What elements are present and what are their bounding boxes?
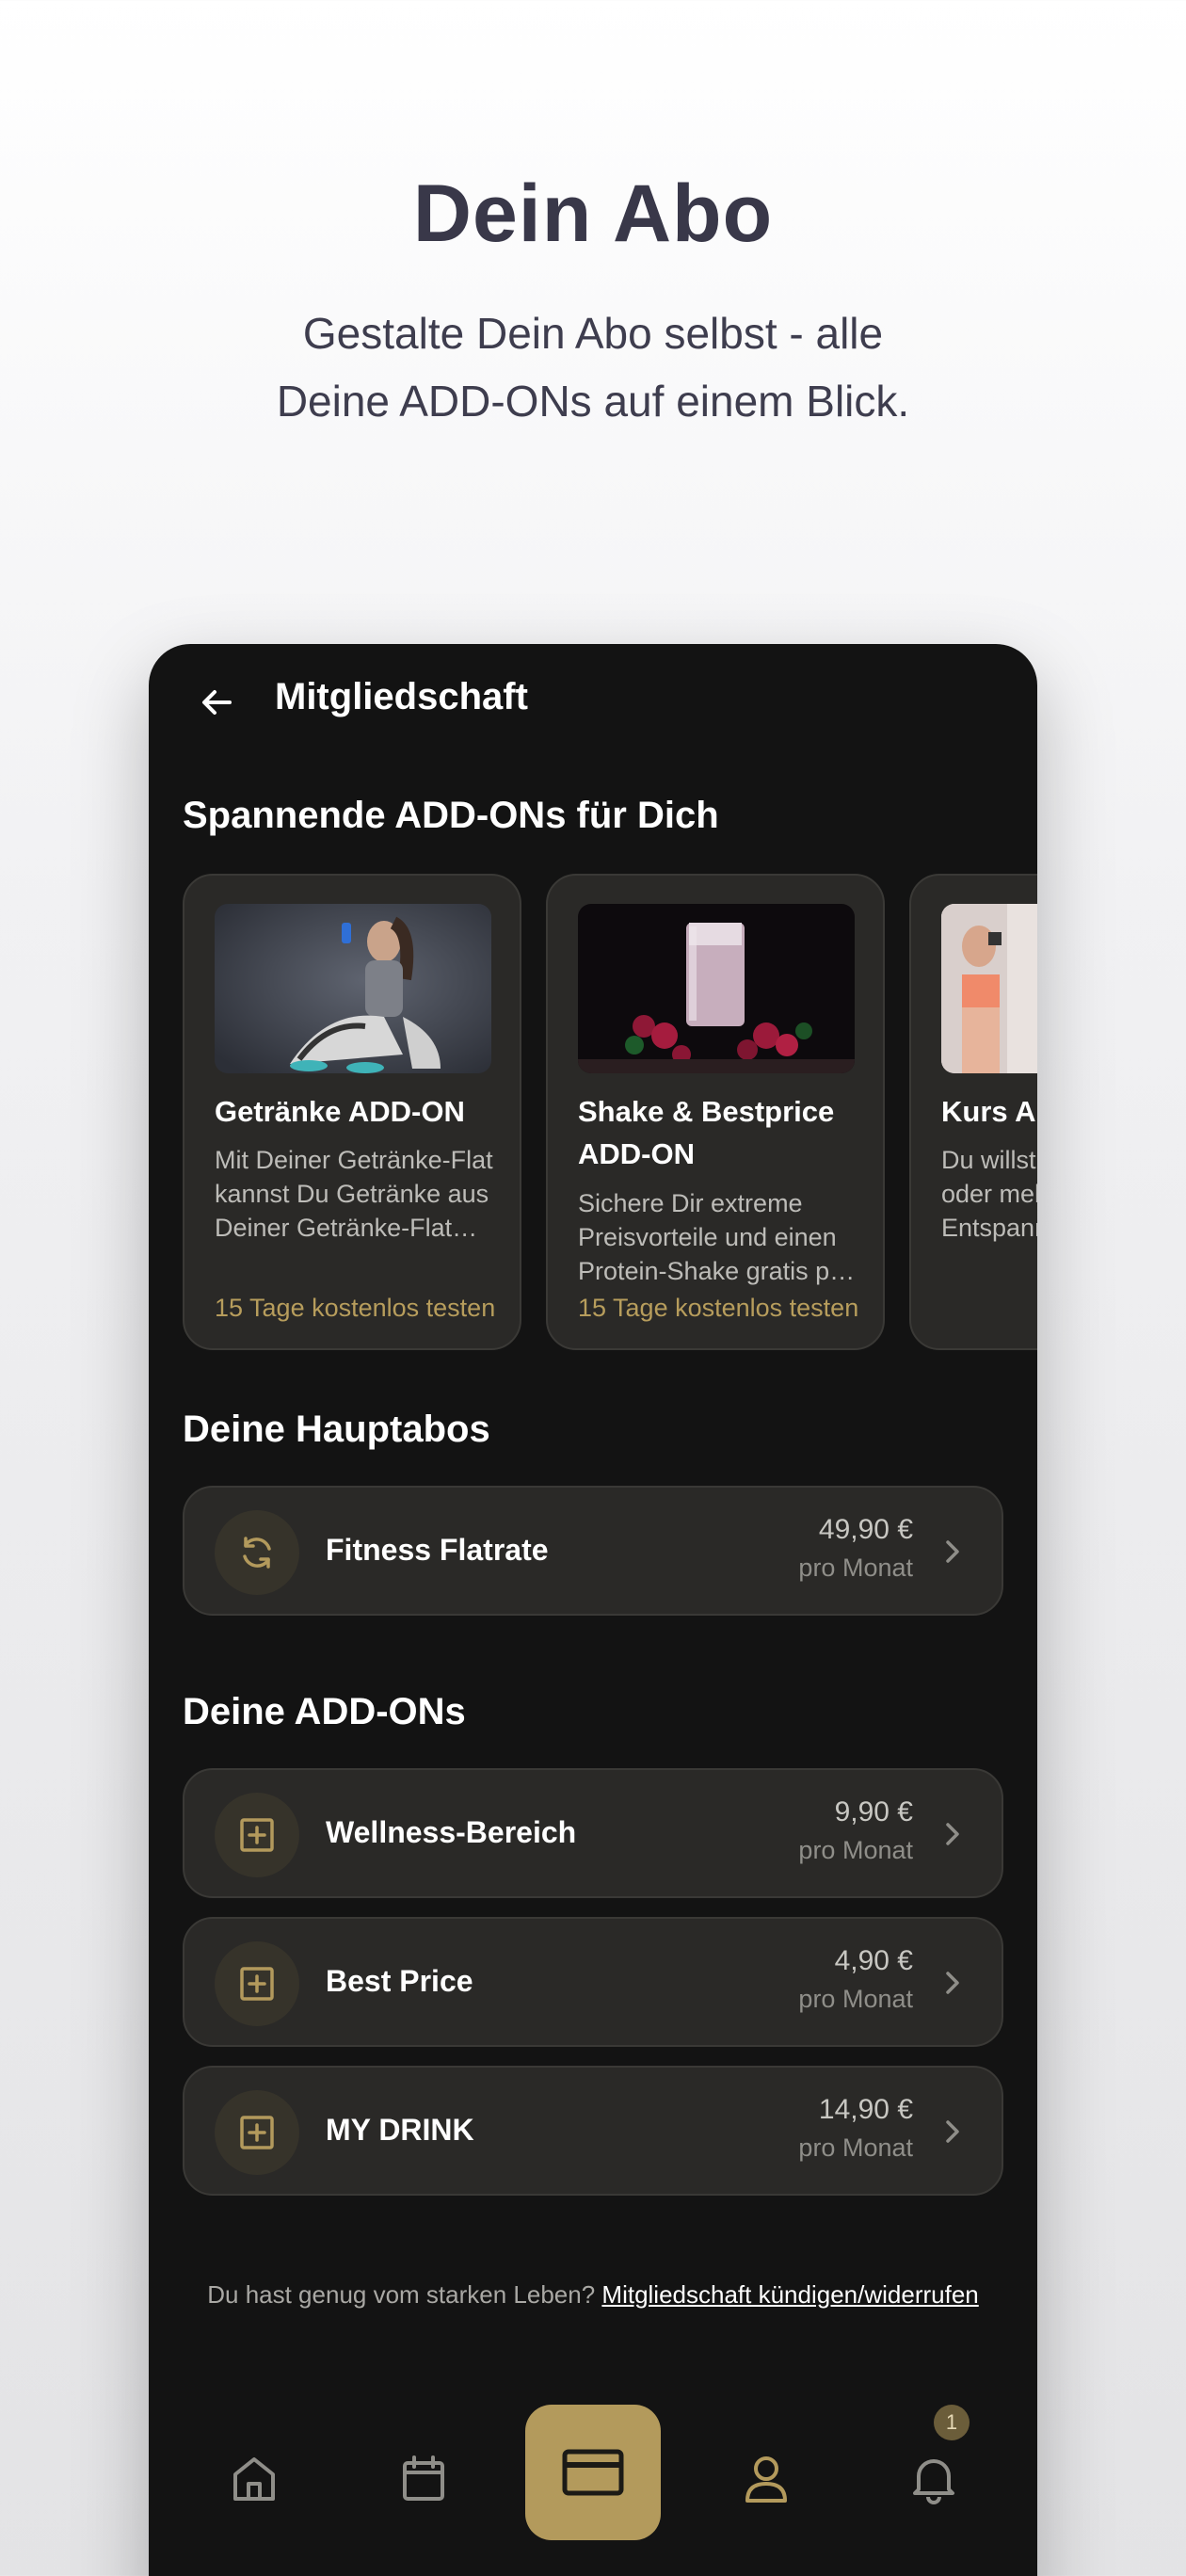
addons-promo-title: Spannende ADD-ONs für Dich bbox=[183, 795, 719, 836]
bell-icon[interactable] bbox=[907, 2452, 960, 2504]
subscription-label: Fitness Flatrate bbox=[326, 1533, 549, 1567]
addon-row-my-drink[interactable]: MY DRINK 14,90 € pro Monat bbox=[183, 2066, 1003, 2196]
hero-subtitle-line-2: Deine ADD-ONs auf einem Blick. bbox=[276, 377, 910, 426]
addon-label: MY DRINK bbox=[326, 2113, 474, 2147]
plus-square-icon bbox=[215, 1793, 299, 1877]
plus-square-icon bbox=[215, 1941, 299, 2026]
bottom-tab-bar: 1 bbox=[149, 2405, 1037, 2576]
calendar-icon[interactable] bbox=[397, 2452, 450, 2504]
addons-title: Deine ADD-ONs bbox=[183, 1691, 466, 1732]
home-icon[interactable] bbox=[228, 2452, 280, 2504]
subscription-price: 49,90 € bbox=[818, 1514, 913, 1545]
addon-card-title: Kurs ADD-ON bbox=[941, 1095, 1037, 1128]
addon-card-drinks[interactable]: Getränke ADD-ON Mit Deiner Getränke-Flat… bbox=[183, 874, 521, 1350]
woman-drinking-photo bbox=[215, 904, 491, 1073]
protein-shake-photo bbox=[578, 904, 855, 1073]
main-subscriptions-title: Deine Hauptabos bbox=[183, 1409, 490, 1450]
addon-card-description: Sichere Dir extreme Preisvorteile und ei… bbox=[578, 1189, 853, 1285]
notification-badge: 1 bbox=[934, 2405, 970, 2440]
cancel-membership-link[interactable]: Mitgliedschaft kündigen/widerrufen bbox=[601, 2280, 978, 2309]
tab-membership-active[interactable] bbox=[525, 2405, 661, 2540]
addon-card-title: Getränke ADD-ON bbox=[215, 1095, 465, 1128]
addon-carousel[interactable]: Getränke ADD-ON Mit Deiner Getränke-Flat… bbox=[183, 874, 1037, 1352]
addon-row-best-price[interactable]: Best Price 4,90 € pro Monat bbox=[183, 1917, 1003, 2047]
chevron-right-icon bbox=[946, 1823, 959, 1845]
chevron-right-icon bbox=[946, 1972, 959, 1994]
plus-square-icon bbox=[215, 2090, 299, 2175]
subscription-period: pro Monat bbox=[798, 1554, 913, 1582]
hero-title: Dein Abo bbox=[412, 169, 774, 259]
chevron-right-icon bbox=[946, 2120, 959, 2143]
addon-price: 4,90 € bbox=[834, 1945, 913, 1976]
app-bar: Mitgliedschaft bbox=[149, 644, 1037, 757]
addon-label: Wellness-Bereich bbox=[326, 1815, 577, 1849]
chevron-right-icon bbox=[946, 1540, 959, 1563]
hero-subtitle-line-1: Gestalte Dein Abo selbst - alle bbox=[302, 309, 884, 358]
addon-price: 9,90 € bbox=[834, 1796, 913, 1827]
fitness-class-photo bbox=[941, 904, 1037, 1073]
addon-row-wellness[interactable]: Wellness-Bereich 9,90 € pro Monat bbox=[183, 1768, 1003, 1898]
addon-card-shake[interactable]: Shake & Bestprice ADD-ON Sichere Dir ext… bbox=[546, 874, 885, 1350]
arrow-left-icon[interactable] bbox=[198, 684, 235, 721]
user-icon[interactable] bbox=[738, 2450, 794, 2506]
page-title: Mitgliedschaft bbox=[275, 676, 528, 717]
addon-card-cta[interactable]: 15 Tage kostenlos testen bbox=[578, 1294, 858, 1323]
phone-screen: Mitgliedschaft Spannende ADD-ONs für Dic… bbox=[149, 644, 1037, 2576]
addon-card-course[interactable]: Kurs ADD-ON Du willst mehr Power oder me… bbox=[909, 874, 1037, 1350]
refresh-icon bbox=[215, 1510, 299, 1595]
addon-card-description: Du willst mehr Power oder mehr Entspannu… bbox=[941, 1146, 1037, 1242]
addon-card-title: Shake & Bestprice ADD-ON bbox=[578, 1095, 835, 1170]
addon-label: Best Price bbox=[326, 1964, 473, 1998]
addon-period: pro Monat bbox=[798, 1985, 913, 2013]
credit-card-icon bbox=[562, 2449, 624, 2496]
subscription-row-fitness-flatrate[interactable]: Fitness Flatrate 49,90 € pro Monat bbox=[183, 1486, 1003, 1616]
cancel-membership-line: Du hast genug vom starken Leben? Mitglie… bbox=[149, 2280, 1037, 2310]
addon-price: 14,90 € bbox=[818, 2094, 913, 2125]
addon-card-description: Mit Deiner Getränke-Flat kannst Du Geträ… bbox=[215, 1146, 493, 1242]
addon-period: pro Monat bbox=[798, 2133, 913, 2162]
addon-card-cta[interactable]: 15 Tage kostenlos testen bbox=[215, 1294, 495, 1323]
hero-subtitle: Gestalte Dein Abo selbst - alle Deine AD… bbox=[0, 299, 1186, 435]
cancel-prompt-text: Du hast genug vom starken Leben? bbox=[207, 2280, 602, 2309]
addon-period: pro Monat bbox=[798, 1836, 913, 1864]
